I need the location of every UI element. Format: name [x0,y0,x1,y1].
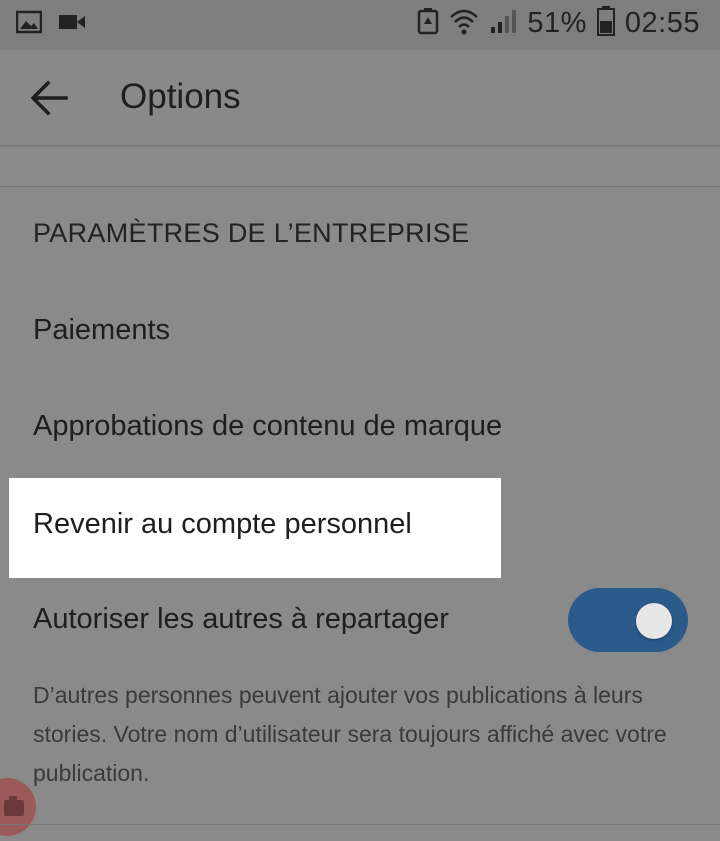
battery-icon [596,6,615,41]
back-button[interactable] [28,78,70,118]
image-icon [15,10,43,39]
status-right: 51% 02:55 [417,6,700,41]
camera-icon [4,796,24,816]
app-bar [0,50,720,145]
menu-item-switch-personal[interactable]: Revenir au compte personnel [9,478,501,578]
video-icon [58,12,86,37]
battery-percent: 51% [527,7,587,39]
status-bar: 51% 02:55 [0,0,720,50]
menu-item-branded-content[interactable]: Approbations de contenu de marque [33,410,502,443]
bottom-divider [0,824,720,825]
section-title: PARAMÈTRES DE L’ENTREPRISE [33,218,470,248]
toggle-label: Autoriser les autres à repartager [33,603,449,635]
arrow-left-icon [30,80,68,116]
section-divider [0,186,720,187]
toggle-description: D’autres personnes peuvent ajouter vos p… [33,682,667,786]
floating-camera-button[interactable] [0,778,36,836]
wifi-icon [449,7,479,40]
menu-item-paiements[interactable]: Paiements [33,314,170,347]
status-time: 02:55 [624,7,700,39]
status-left-icons [15,10,86,39]
menu-item-label: Revenir au compte personnel [33,508,412,540]
signal-icon [489,7,517,40]
app-bar-divider [0,145,720,147]
toggle-thumb[interactable] [636,603,672,639]
page-title: Options [120,77,241,116]
battery-saver-icon [417,7,439,40]
